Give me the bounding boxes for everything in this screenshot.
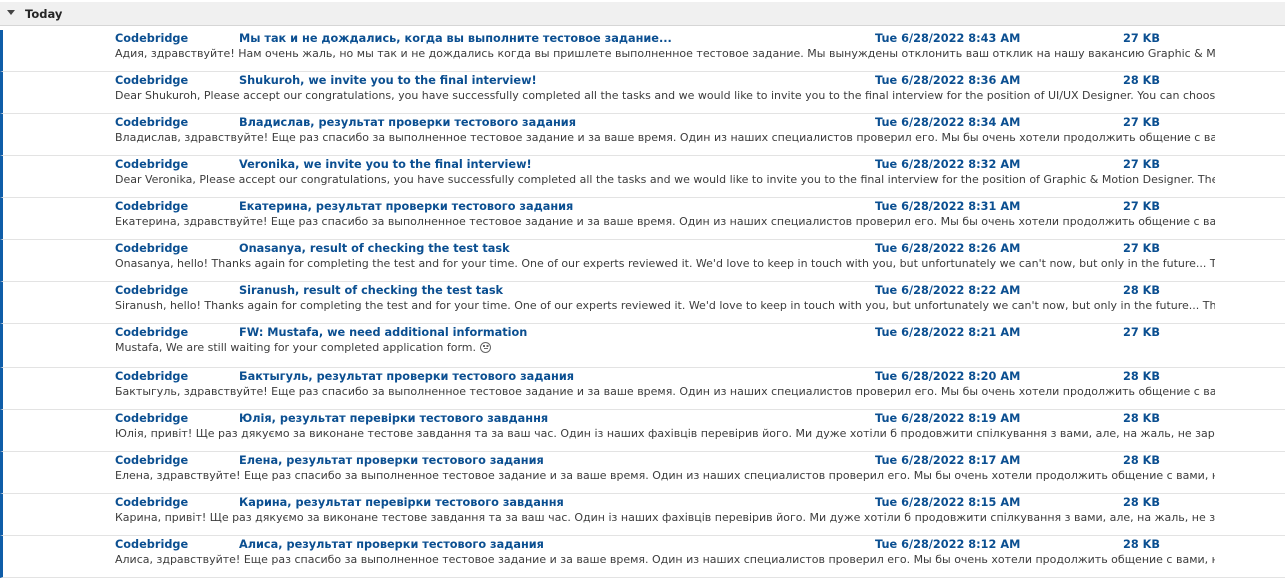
message-row[interactable]: Codebridge Карина, результат перевірки т… bbox=[0, 494, 1285, 536]
message-preview: Адия, здравствуйте! Нам очень жаль, но м… bbox=[115, 47, 1215, 60]
message-received: Tue 6/28/2022 8:32 AM bbox=[875, 158, 1021, 171]
message-preview-wrap: Mustafa, We are still waiting for your c… bbox=[115, 340, 1215, 356]
message-preview: Екатерина, здравствуйте! Еще раз спасибо… bbox=[115, 215, 1215, 228]
message-received: Tue 6/28/2022 8:31 AM bbox=[875, 200, 1021, 213]
message-preview: Юлія, привіт! Ще раз дякуємо за виконане… bbox=[115, 427, 1215, 440]
message-rows: Codebridge Мы так и не дождались, когда … bbox=[0, 30, 1285, 578]
message-row[interactable]: Codebridge Елена, результат проверки тес… bbox=[0, 452, 1285, 494]
message-preview: Алиса, здравствуйте! Еще раз спасибо за … bbox=[115, 553, 1215, 566]
message-row[interactable]: Codebridge Юлія, результат перевірки тес… bbox=[0, 410, 1285, 452]
message-subject: Юлія, результат перевірки тестового завд… bbox=[239, 412, 549, 425]
message-received: Tue 6/28/2022 8:19 AM bbox=[875, 412, 1021, 425]
message-subject: Veronika, we invite you to the final int… bbox=[239, 158, 532, 171]
message-subject: FW: Mustafa, we need additional informat… bbox=[239, 326, 528, 339]
message-from: Codebridge bbox=[115, 326, 189, 339]
message-from: Codebridge bbox=[115, 158, 189, 171]
message-subject: Владислав, результат проверки тестового … bbox=[239, 116, 576, 129]
message-row[interactable]: Codebridge Onasanya, result of checking … bbox=[0, 240, 1285, 282]
message-from: Codebridge bbox=[115, 242, 189, 255]
message-from: Codebridge bbox=[115, 538, 189, 551]
message-from: Codebridge bbox=[115, 496, 189, 509]
message-preview: Onasanya, hello! Thanks again for comple… bbox=[115, 257, 1215, 270]
message-preview: Siranush, hello! Thanks again for comple… bbox=[115, 299, 1215, 312]
message-size: 28 KB bbox=[1123, 496, 1161, 509]
message-subject: Shukuroh, we invite you to the final int… bbox=[239, 74, 537, 87]
message-list: Today Codebridge Мы так и не дождались, … bbox=[0, 0, 1285, 588]
message-preview: Dear Shukuroh, Please accept our congrat… bbox=[115, 89, 1215, 102]
message-subject: Елена, результат проверки тестового зада… bbox=[239, 454, 544, 467]
message-preview: Владислав, здравствуйте! Еще раз спасибо… bbox=[115, 131, 1215, 144]
message-row[interactable]: Codebridge Shukuroh, we invite you to th… bbox=[0, 72, 1285, 114]
message-subject: Siranush, result of checking the test ta… bbox=[239, 284, 504, 297]
message-size: 27 KB bbox=[1123, 158, 1161, 171]
collapse-arrow-icon[interactable] bbox=[7, 10, 15, 15]
message-preview: Карина, привіт! Ще раз дякуємо за викона… bbox=[115, 511, 1215, 524]
message-size: 28 KB bbox=[1123, 412, 1161, 425]
message-from: Codebridge bbox=[115, 32, 189, 45]
message-size: 27 KB bbox=[1123, 242, 1161, 255]
message-size: 27 KB bbox=[1123, 116, 1161, 129]
message-row[interactable]: Codebridge Екатерина, результат проверки… bbox=[0, 198, 1285, 240]
message-preview: Dear Veronika, Please accept our congrat… bbox=[115, 173, 1215, 186]
message-received: Tue 6/28/2022 8:17 AM bbox=[875, 454, 1021, 467]
message-from: Codebridge bbox=[115, 370, 189, 383]
message-size: 28 KB bbox=[1123, 370, 1161, 383]
message-subject: Екатерина, результат проверки тестового … bbox=[239, 200, 574, 213]
message-row[interactable]: Codebridge FW: Mustafa, we need addition… bbox=[0, 324, 1285, 368]
message-size: 28 KB bbox=[1123, 538, 1161, 551]
message-preview: Бактыгуль, здравствуйте! Еще раз спасибо… bbox=[115, 385, 1215, 398]
message-preview: Mustafa, We are still waiting for your c… bbox=[115, 341, 476, 354]
message-from: Codebridge bbox=[115, 284, 189, 297]
message-subject: Мы так и не дождались, когда вы выполнит… bbox=[239, 32, 672, 45]
message-received: Tue 6/28/2022 8:15 AM bbox=[875, 496, 1021, 509]
message-from: Codebridge bbox=[115, 116, 189, 129]
message-size: 27 KB bbox=[1123, 200, 1161, 213]
message-received: Tue 6/28/2022 8:36 AM bbox=[875, 74, 1021, 87]
message-subject: Onasanya, result of checking the test ta… bbox=[239, 242, 510, 255]
message-row[interactable]: Codebridge Siranush, result of checking … bbox=[0, 282, 1285, 324]
message-received: Tue 6/28/2022 8:34 AM bbox=[875, 116, 1021, 129]
message-received: Tue 6/28/2022 8:21 AM bbox=[875, 326, 1021, 339]
message-size: 27 KB bbox=[1123, 32, 1161, 45]
smiley-icon bbox=[480, 342, 491, 353]
message-from: Codebridge bbox=[115, 412, 189, 425]
message-from: Codebridge bbox=[115, 200, 189, 213]
message-size: 27 KB bbox=[1123, 326, 1161, 339]
message-row[interactable]: Codebridge Бактыгуль, результат проверки… bbox=[0, 368, 1285, 410]
message-size: 28 KB bbox=[1123, 454, 1161, 467]
message-received: Tue 6/28/2022 8:43 AM bbox=[875, 32, 1021, 45]
message-row[interactable]: Codebridge Veronika, we invite you to th… bbox=[0, 156, 1285, 198]
message-row[interactable]: Codebridge Алиса, результат проверки тес… bbox=[0, 536, 1285, 578]
message-size: 28 KB bbox=[1123, 74, 1161, 87]
group-header-today[interactable]: Today bbox=[0, 2, 1285, 26]
message-received: Tue 6/28/2022 8:12 AM bbox=[875, 538, 1021, 551]
message-received: Tue 6/28/2022 8:26 AM bbox=[875, 242, 1021, 255]
message-received: Tue 6/28/2022 8:20 AM bbox=[875, 370, 1021, 383]
message-preview: Елена, здравствуйте! Еще раз спасибо за … bbox=[115, 469, 1215, 482]
message-subject: Бактыгуль, результат проверки тестового … bbox=[239, 370, 575, 383]
message-size: 28 KB bbox=[1123, 284, 1161, 297]
message-from: Codebridge bbox=[115, 454, 189, 467]
message-subject: Карина, результат перевірки тестового за… bbox=[239, 496, 564, 509]
message-row[interactable]: Codebridge Владислав, результат проверки… bbox=[0, 114, 1285, 156]
group-label: Today bbox=[25, 7, 63, 21]
message-received: Tue 6/28/2022 8:22 AM bbox=[875, 284, 1021, 297]
message-from: Codebridge bbox=[115, 74, 189, 87]
message-subject: Алиса, результат проверки тестового зада… bbox=[239, 538, 544, 551]
message-row[interactable]: Codebridge Мы так и не дождались, когда … bbox=[0, 30, 1285, 72]
